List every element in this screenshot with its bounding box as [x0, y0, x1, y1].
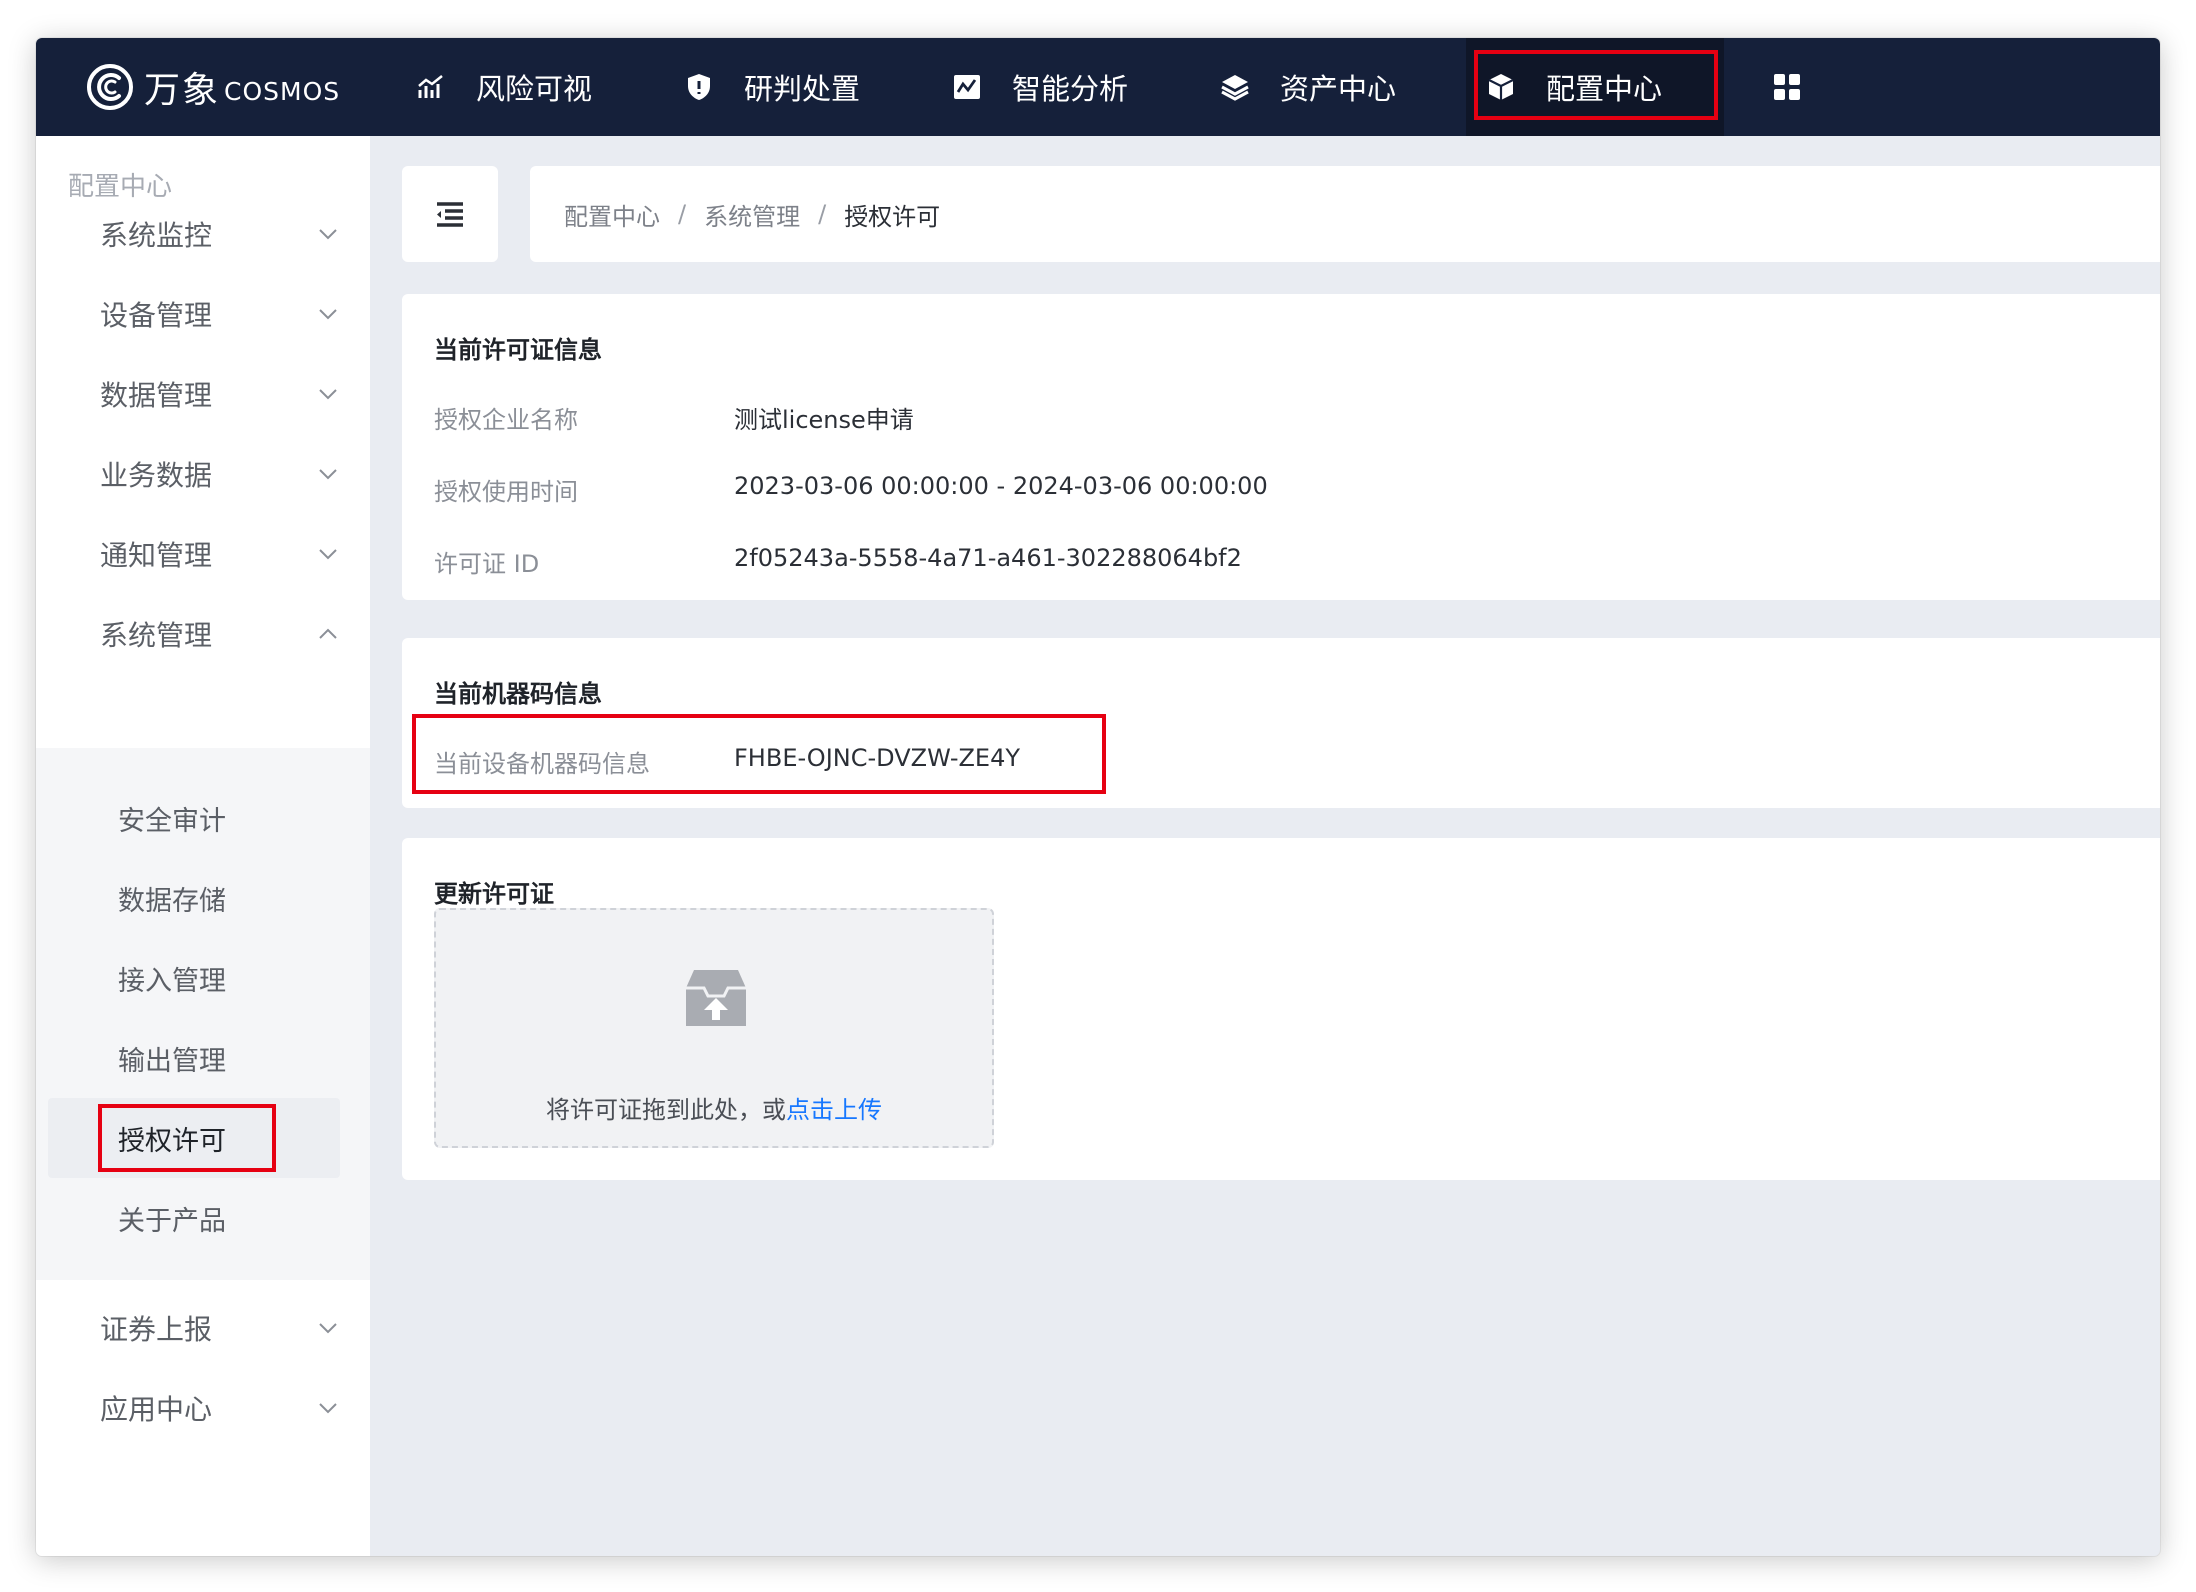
chevron-down-icon [319, 309, 337, 320]
sidebar-subitem-label: 关于产品 [118, 1205, 226, 1237]
breadcrumb-item-system-manage[interactable]: 系统管理 [704, 197, 800, 232]
sidebar-item-business-data[interactable]: 业务数据 [36, 434, 370, 514]
analytics-icon [954, 75, 980, 99]
sidebar-item-device-manage[interactable]: 设备管理 [36, 274, 370, 354]
sidebar-item-label: 业务数据 [100, 459, 213, 492]
cosmos-logo-icon [87, 64, 133, 110]
breadcrumb: 配置中心 / 系统管理 / 授权许可 [530, 166, 2160, 262]
brand[interactable]: 万象 COSMOS [86, 38, 340, 136]
license-company-value: 测试license申请 [734, 406, 914, 434]
license-period-label: 授权使用时间 [434, 478, 578, 506]
chart-line-icon [418, 75, 443, 98]
breadcrumb-item-config-center[interactable]: 配置中心 [564, 197, 660, 232]
upload-click-link[interactable]: 点击上传 [786, 1096, 882, 1124]
sidebar-item-system-manage[interactable]: 系统管理 [36, 594, 370, 674]
nav-label: 研判处置 [744, 72, 861, 106]
breadcrumb-separator: / [818, 200, 827, 228]
chevron-up-icon [319, 628, 337, 639]
brand-name-cn: 万象 [144, 70, 221, 111]
nav-item-smart-analysis[interactable]: 智能分析 [952, 38, 1128, 136]
sidebar-item-system-monitor[interactable]: 系统监控 [36, 194, 370, 274]
card-title: 当前机器码信息 [434, 680, 602, 708]
sidebar-item-securities-report[interactable]: 证券上报 [36, 1288, 370, 1368]
shield-icon [688, 74, 710, 100]
menu-fold-icon [437, 202, 463, 227]
sidebar-item-label: 证券上报 [100, 1313, 213, 1346]
sidebar-item-label: 通知管理 [100, 539, 213, 572]
app-window: 万象 COSMOS 风险可视 研判处置 智能分析 资产中心 配置中心 配置中心 … [36, 38, 2160, 1556]
brand-name-en: COSMOS [224, 76, 341, 106]
license-period-value: 2023-03-06 00:00:00 - 2024-03-06 00:00:0… [734, 472, 1268, 500]
layers-icon [1221, 75, 1249, 101]
grid-apps-icon[interactable] [1772, 72, 1802, 102]
license-info-card: 当前许可证信息 授权企业名称 测试license申请 授权使用时间 2023-0… [402, 294, 2160, 600]
nav-item-risk-visual[interactable]: 风险可视 [416, 38, 592, 136]
upload-drop-text: 将许可证拖到此处，或 [546, 1096, 786, 1124]
nav-label: 智能分析 [1012, 72, 1129, 106]
nav-label: 资产中心 [1280, 72, 1397, 106]
sidebar-subitem-label: 数据存储 [118, 885, 226, 917]
card-title: 当前许可证信息 [434, 336, 602, 364]
sidebar-item-label: 应用中心 [100, 1393, 213, 1426]
sidebar-highlight-box [98, 1104, 276, 1172]
sidebar-subitem-security-audit[interactable]: 安全审计 [36, 778, 370, 858]
sidebar-subitem-label: 输出管理 [118, 1045, 226, 1077]
sidebar-toggle-button[interactable] [402, 166, 498, 262]
chevron-down-icon [319, 1403, 337, 1414]
sidebar-subitem-about-product[interactable]: 关于产品 [36, 1178, 370, 1258]
sidebar-subitem-label: 安全审计 [118, 805, 226, 837]
sidebar-item-data-manage[interactable]: 数据管理 [36, 354, 370, 434]
sidebar-item-app-center[interactable]: 应用中心 [36, 1368, 370, 1448]
chevron-down-icon [319, 1323, 337, 1334]
sidebar-subitem-access-manage[interactable]: 接入管理 [36, 938, 370, 1018]
chevron-down-icon [319, 229, 337, 240]
license-company-label: 授权企业名称 [434, 406, 578, 434]
nav-label: 风险可视 [476, 72, 593, 106]
nav-item-judge-handle[interactable]: 研判处置 [684, 38, 860, 136]
machine-code-highlight-box [412, 714, 1106, 794]
card-title: 更新许可证 [434, 880, 554, 908]
chevron-down-icon [319, 469, 337, 480]
upload-inbox-icon [686, 970, 746, 1026]
sidebar-item-notify-manage[interactable]: 通知管理 [36, 514, 370, 594]
top-nav-bar: 万象 COSMOS 风险可视 研判处置 智能分析 资产中心 配置中心 [36, 38, 2160, 136]
sidebar-subitem-data-storage[interactable]: 数据存储 [36, 858, 370, 938]
license-id-value: 2f05243a-5558-4a71-a461-302288064bf2 [734, 544, 1242, 572]
sidebar-subitem-output-manage[interactable]: 输出管理 [36, 1018, 370, 1098]
chevron-down-icon [319, 389, 337, 400]
nav-highlight-box [1474, 50, 1718, 120]
breadcrumb-item-current: 授权许可 [844, 202, 941, 231]
sidebar-item-label: 设备管理 [100, 299, 213, 332]
sidebar: 配置中心 系统监控 设备管理 数据管理 业务数据 通知管理 系统管理 安全审计 [36, 136, 370, 1556]
sidebar-item-label: 系统监控 [100, 219, 213, 252]
license-id-label: 许可证 ID [434, 550, 540, 578]
license-upload-dropzone[interactable]: 将许可证拖到此处，或点击上传 [434, 908, 994, 1148]
upload-hint: 将许可证拖到此处，或点击上传 [436, 1090, 992, 1125]
sidebar-item-label: 数据管理 [100, 379, 213, 412]
breadcrumb-separator: / [678, 200, 687, 228]
nav-item-asset-center[interactable]: 资产中心 [1220, 38, 1396, 136]
sidebar-subitem-label: 接入管理 [118, 965, 226, 997]
chevron-down-icon [319, 549, 337, 560]
sidebar-item-label: 系统管理 [100, 619, 213, 652]
